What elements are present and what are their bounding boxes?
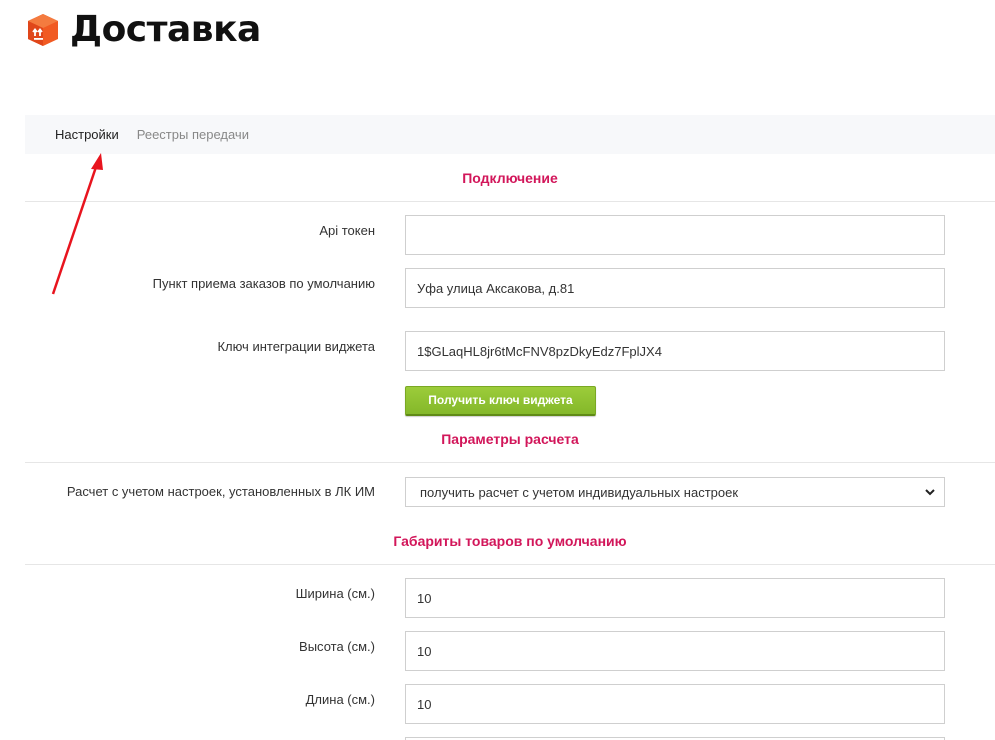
length-label: Длина (см.) xyxy=(305,692,375,707)
pickup-point-label: Пункт приема заказов по умолчанию xyxy=(152,276,375,291)
width-label: Ширина (см.) xyxy=(295,586,375,601)
width-input[interactable] xyxy=(405,578,945,618)
height-input[interactable] xyxy=(405,631,945,671)
calc-mode-select[interactable]: получить расчет с учетом индивидуальных … xyxy=(405,477,945,507)
widget-key-input[interactable] xyxy=(405,331,945,371)
pickup-point-input[interactable] xyxy=(405,268,945,308)
length-input[interactable] xyxy=(405,684,945,724)
app-title: Доставка xyxy=(70,9,261,50)
get-widget-key-button[interactable]: Получить ключ виджета xyxy=(405,386,596,416)
app-header: Доставка xyxy=(25,10,261,50)
box-icon xyxy=(25,12,61,48)
tabs-bar: Настройки Реестры передачи xyxy=(25,115,995,154)
section-title-dimensions: Габариты товаров по умолчанию xyxy=(393,533,627,549)
divider xyxy=(25,564,995,565)
tab-settings[interactable]: Настройки xyxy=(25,127,119,142)
section-title-connection: Подключение xyxy=(462,170,558,186)
tab-transfer-registers[interactable]: Реестры передачи xyxy=(119,127,249,142)
section-title-calc: Параметры расчета xyxy=(441,431,579,447)
chevron-down-icon xyxy=(925,489,935,496)
api-token-label: Api токен xyxy=(319,223,375,238)
calc-mode-label: Расчет с учетом настроек, установленных … xyxy=(66,484,375,499)
divider xyxy=(25,201,995,202)
height-label: Высота (см.) xyxy=(299,639,375,654)
api-token-input[interactable] xyxy=(405,215,945,255)
divider xyxy=(25,462,995,463)
calc-mode-selected-value: получить расчет с учетом индивидуальных … xyxy=(420,484,739,500)
widget-key-label: Ключ интеграции виджета xyxy=(217,339,375,354)
